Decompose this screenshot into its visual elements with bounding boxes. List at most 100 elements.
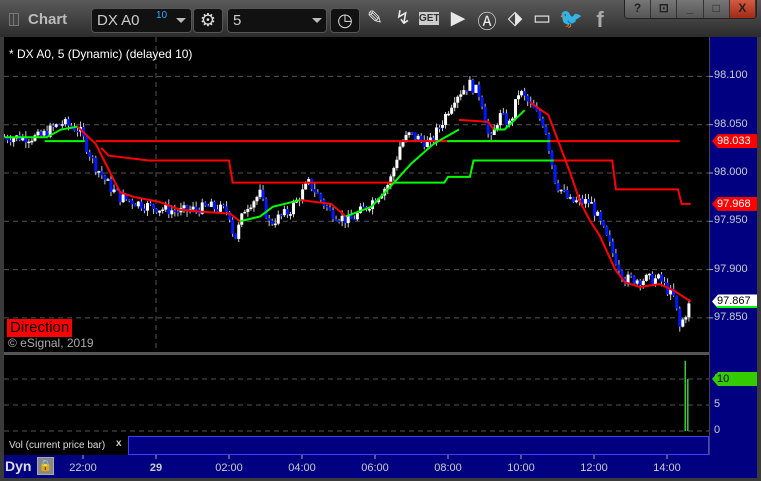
candle-body (261, 189, 265, 199)
lock-icon[interactable]: 🔒 (37, 457, 54, 475)
candle-body (361, 206, 365, 209)
candle-body (316, 192, 320, 194)
candle-body (401, 141, 405, 147)
candle-body (36, 131, 40, 136)
candle-body (675, 295, 679, 309)
ma-red-2-line (300, 199, 347, 218)
candle-body (653, 278, 657, 285)
candle-body (66, 119, 70, 126)
time-tick-label: 06:00 (361, 462, 389, 474)
candle-body (434, 127, 438, 141)
candle-body (182, 205, 186, 209)
time-tick-label: 02:00 (215, 462, 243, 474)
candle-body (121, 194, 125, 203)
candle-body (608, 234, 612, 242)
grid (4, 37, 713, 459)
time-tick-label: 04:00 (288, 462, 316, 474)
candle-body (152, 204, 156, 209)
candle-body (60, 124, 64, 126)
candle-body (462, 90, 466, 95)
candle-body (605, 226, 609, 235)
candle-body (276, 214, 280, 224)
candle-body (428, 137, 432, 141)
candle-body (590, 202, 594, 204)
chart-canvas (4, 37, 713, 459)
candle-body (641, 280, 645, 286)
candle-body (489, 133, 493, 136)
candle-body (206, 205, 210, 208)
candle-body (574, 200, 578, 203)
candle-body (194, 206, 198, 210)
time-tick-label: 22:00 (69, 462, 97, 474)
candle-body (30, 140, 34, 143)
candle-body (231, 219, 235, 234)
candle-body (225, 206, 229, 212)
volume-tick-label: 5 (714, 398, 721, 410)
price-marker: 97.867 (712, 294, 757, 309)
candle-body (368, 209, 372, 211)
ma-red-4-line (529, 101, 692, 303)
volume-marks (684, 360, 689, 431)
candle-body (127, 199, 131, 201)
candle-body (340, 215, 344, 222)
candle-body (313, 189, 317, 193)
candle-body (395, 159, 399, 169)
candle-body (63, 119, 67, 125)
candle-body (9, 140, 13, 143)
candle-body (687, 303, 691, 318)
price-tick-label: 97.850 (714, 310, 748, 323)
candle-body (541, 118, 545, 127)
candle-body (684, 317, 688, 320)
candle-body (252, 201, 256, 208)
candle-body (215, 209, 219, 212)
candle-body (568, 197, 572, 199)
candle-body (538, 110, 542, 119)
candle-body (243, 211, 247, 214)
candle-body (173, 210, 177, 212)
candle-body (456, 96, 460, 103)
candle-body (638, 280, 642, 286)
candle-body (155, 208, 159, 213)
candle-body (76, 130, 80, 133)
candle-body (407, 132, 411, 135)
candle-body (416, 135, 420, 140)
candle-body (550, 151, 554, 166)
candle-body (392, 168, 396, 177)
candle-body (441, 124, 445, 128)
stop-green-line (393, 159, 554, 184)
candle-body (51, 125, 55, 128)
candle-body (91, 156, 95, 159)
price-marker: 98.033 (712, 134, 757, 149)
candle-body (547, 134, 551, 152)
candle-body (596, 211, 600, 216)
candle-body (553, 165, 557, 184)
candle-body (565, 189, 569, 198)
candle-body (644, 274, 648, 281)
dynamic-mode-label[interactable]: Dyn (5, 458, 31, 474)
candle-body (328, 207, 332, 211)
price-tick-label: 97.950 (714, 214, 748, 227)
candle-body (176, 211, 180, 213)
candle-body (498, 113, 502, 126)
candle-body (660, 274, 664, 282)
candle-body (42, 130, 46, 136)
candle-body (319, 193, 323, 200)
candle-body (678, 308, 682, 327)
candle-body (544, 126, 548, 135)
candle-body (617, 264, 621, 271)
price-tick-label: 97.900 (714, 262, 748, 275)
candle-body (517, 95, 521, 100)
candle-body (663, 281, 667, 284)
candle-body (103, 175, 107, 180)
candle-body (410, 132, 414, 134)
candle-body (480, 96, 484, 107)
candle-body (139, 201, 143, 209)
candle-body (209, 201, 213, 207)
candle-body (471, 79, 475, 93)
candle-body (304, 183, 308, 190)
candle-body (285, 209, 289, 215)
candle-body (629, 274, 633, 277)
candle-body (212, 201, 216, 210)
candle-body (136, 201, 140, 207)
candle-body (355, 212, 359, 220)
